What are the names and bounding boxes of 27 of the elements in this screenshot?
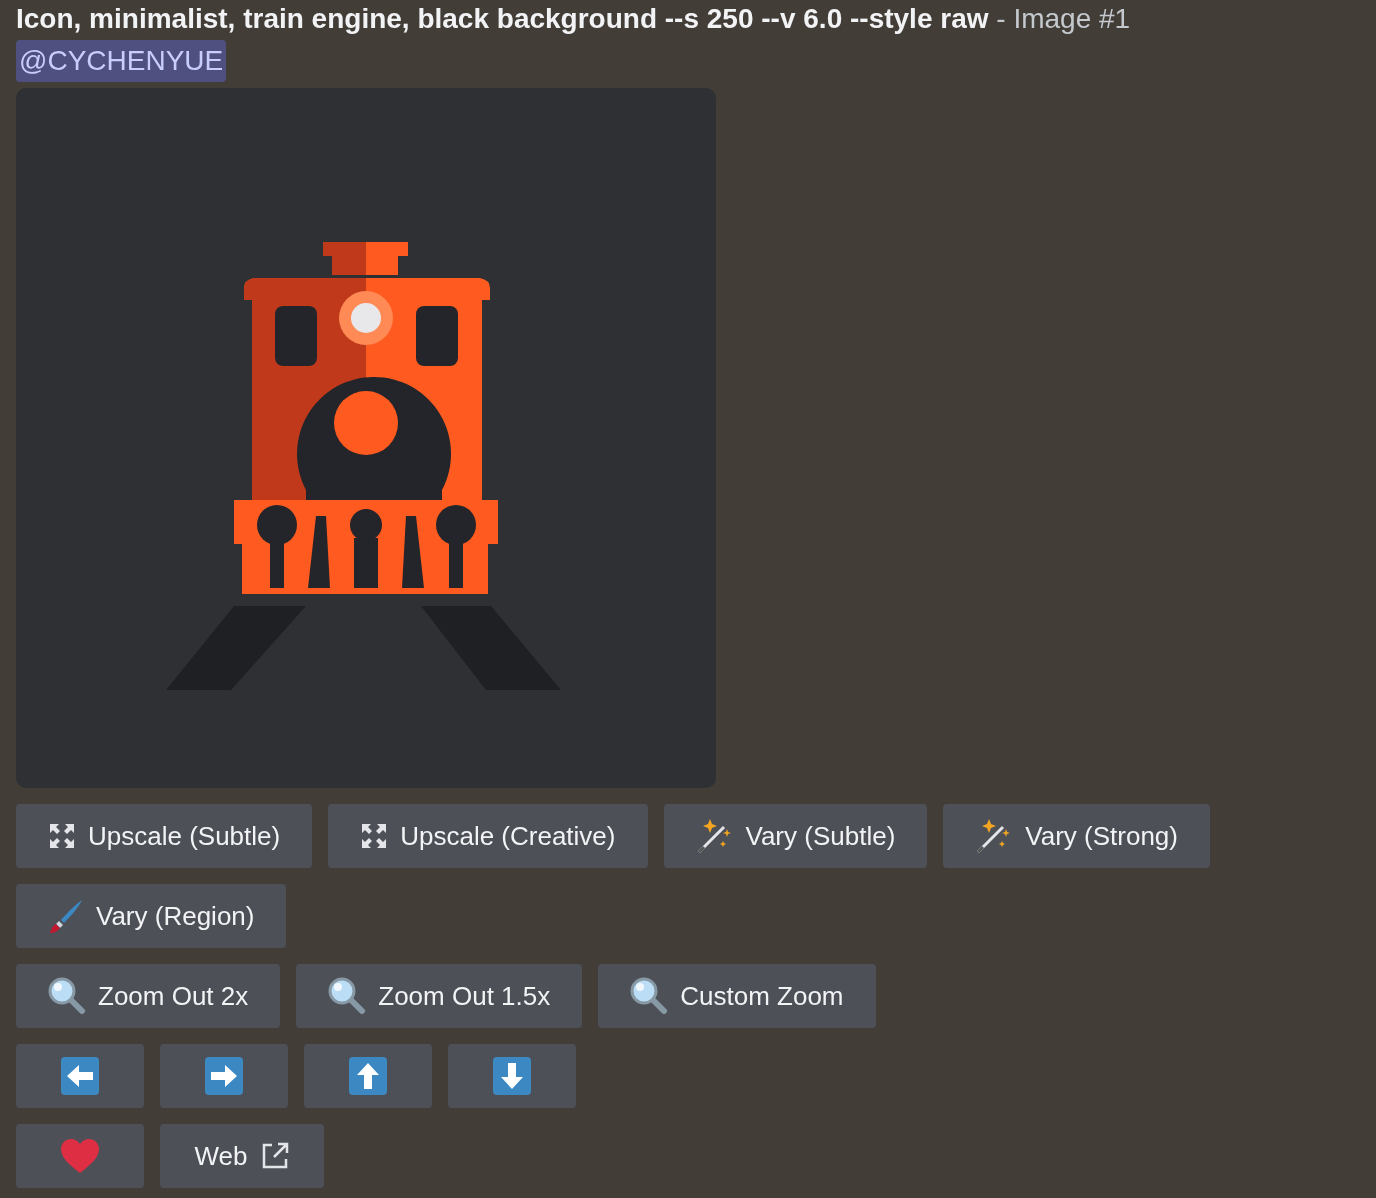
magnifier-icon: [328, 977, 367, 1015]
action-button[interactable]: Zoom Out 1.5x: [296, 964, 583, 1028]
heart-icon: [60, 1138, 100, 1174]
action-button[interactable]: Upscale (Creative): [328, 804, 648, 868]
arrow-up-icon: [349, 1057, 387, 1095]
prompt-text: Icon, minimalist, train engine, black background --s 250 --v 6.0 --style raw: [16, 3, 989, 34]
expand-icon: [360, 822, 389, 850]
arrow-button[interactable]: [304, 1044, 432, 1108]
action-button[interactable]: Vary (Strong): [943, 804, 1210, 868]
expand-icon: [48, 822, 76, 850]
arrow-button[interactable]: [448, 1044, 576, 1108]
action-button[interactable]: Custom Zoom: [598, 964, 876, 1028]
magnifier-icon: [630, 977, 669, 1015]
paintbrush-icon: [48, 898, 84, 934]
arrow-left-icon: [61, 1057, 99, 1095]
arrow-right-icon: [205, 1057, 243, 1095]
image-number-text: - Image #1: [996, 3, 1131, 34]
web-link-button[interactable]: Web: [160, 1124, 324, 1188]
magnifier-icon: [48, 977, 86, 1015]
action-button[interactable]: Zoom Out 2x: [16, 964, 281, 1028]
action-button[interactable]: Vary (Subtle): [663, 804, 928, 868]
action-button[interactable]: Vary (Region): [16, 884, 287, 948]
arrow-button[interactable]: [16, 1044, 144, 1108]
arrow-down-icon: [493, 1057, 531, 1095]
arrow-button[interactable]: [160, 1044, 288, 1108]
action-button[interactable]: Upscale (Subtle): [16, 804, 313, 868]
user-mention[interactable]: @CYCHENYUE: [16, 40, 227, 82]
